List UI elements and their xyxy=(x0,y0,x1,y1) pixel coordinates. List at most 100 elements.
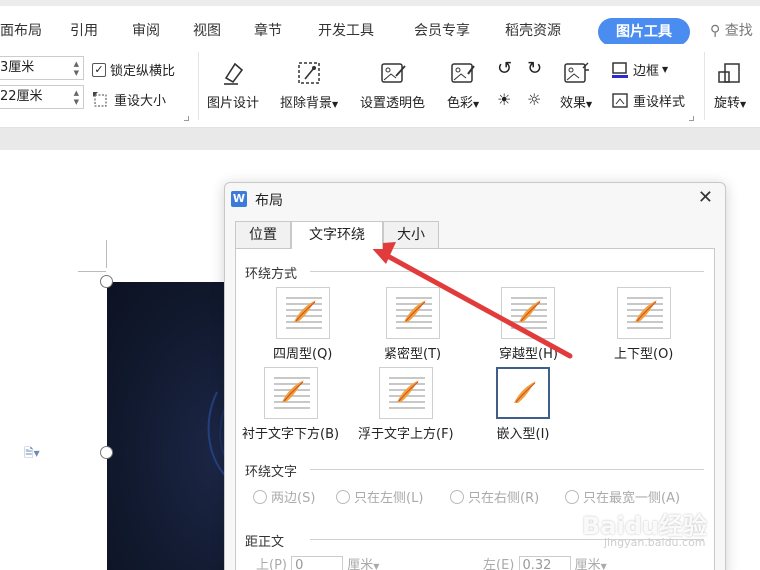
reset-size-icon xyxy=(93,91,107,106)
wrap-option-in-front-of-text[interactable]: 浮于文字上方(F) xyxy=(358,367,454,442)
reset-size-label: 重设大小 xyxy=(114,94,167,109)
radio-icon[interactable] xyxy=(253,489,267,504)
chevron-down-icon: ▼ xyxy=(586,100,593,109)
menu-item-review[interactable]: 审阅 xyxy=(132,20,160,40)
chevron-up-icon[interactable]: ▲ xyxy=(74,60,79,68)
left-distance-input[interactable]: 0.32 xyxy=(518,555,571,570)
height-value: 22厘米 xyxy=(0,89,43,104)
reset-style-icon xyxy=(612,92,628,108)
search-box[interactable]: ⚲ 查找 xyxy=(710,20,753,40)
remove-background-label: 抠除背景 xyxy=(280,96,333,111)
group-expand-icon[interactable] xyxy=(184,116,189,121)
wrap-option-label: 穿越型(H) xyxy=(499,347,558,362)
lock-ratio-label: 锁定纵横比 xyxy=(110,64,176,79)
checkbox-checked-icon[interactable]: ✓ xyxy=(92,62,106,77)
top-distance-input[interactable]: 0 xyxy=(291,555,344,570)
set-transparent-icon xyxy=(380,63,406,83)
wrap-style-group-label: 环绕方式 xyxy=(245,267,298,282)
resize-handle-top-left[interactable] xyxy=(100,275,113,288)
wrap-preview-graphic xyxy=(273,377,310,409)
layout-options-icon[interactable]: 🗎▾ xyxy=(24,444,40,465)
reset-style-button[interactable]: 重设样式 xyxy=(610,91,685,110)
menu-bar: 面布局 引用 审阅 视图 章节 开发工具 会员专享 稻壳资源 图片工具 ⚲ 查找 xyxy=(0,0,760,46)
width-input[interactable]: 3厘米 ▲ ▼ xyxy=(0,56,84,80)
distance-left-row: 左(E) 0.32 厘米▼ xyxy=(483,554,607,570)
resize-handle-left[interactable] xyxy=(100,446,113,459)
radio-largest-side[interactable]: 只在最宽一侧(A) xyxy=(565,487,680,506)
picture-design-button[interactable]: 图片设计 xyxy=(207,58,259,111)
chevron-down-icon: ▼ xyxy=(373,562,380,570)
rotate-left-icon[interactable]: ↺ xyxy=(497,58,512,79)
height-input[interactable]: 22厘米 ▲ ▼ xyxy=(0,85,84,109)
menu-item-member[interactable]: 会员专享 xyxy=(414,20,470,40)
wrap-preview-graphic xyxy=(285,297,322,329)
picture-toolbar: 3厘米 ▲ ▼ 22厘米 ▲ ▼ ✓ 锁定纵横比 重设大小 图片设计 抠除背景▼ xyxy=(0,44,760,128)
wrap-option-label: 嵌入型(I) xyxy=(496,427,550,442)
tab-text-wrapping[interactable]: 文字环绕 xyxy=(291,221,383,249)
rotate-icon xyxy=(718,63,740,83)
effects-button[interactable]: 效果▼ xyxy=(560,58,592,111)
chevron-down-icon: ▼ xyxy=(332,100,339,109)
menu-item-developer[interactable]: 开发工具 xyxy=(318,20,374,40)
wrap-option-through[interactable]: 穿越型(H) xyxy=(499,287,558,362)
wrap-option-tight[interactable]: 紧密型(T) xyxy=(384,287,441,362)
set-transparent-button[interactable]: 设置透明色 xyxy=(360,58,425,111)
wrap-option-label: 四周型(Q) xyxy=(273,347,333,362)
wrap-option-top-bottom[interactable]: 上下型(O) xyxy=(614,287,673,362)
close-icon[interactable]: ✕ xyxy=(698,187,713,208)
lock-ratio-checkbox[interactable]: ✓ 锁定纵横比 xyxy=(92,60,175,79)
menu-item-view[interactable]: 视图 xyxy=(193,20,221,40)
radio-icon[interactable] xyxy=(565,489,579,504)
picture-design-icon xyxy=(224,62,244,85)
wrap-option-inline[interactable]: 嵌入型(I) xyxy=(496,367,550,442)
dialog-title: 布局 xyxy=(255,193,283,209)
wrap-through-icon xyxy=(501,287,556,339)
wrap-tight-icon xyxy=(385,287,440,339)
menu-item-page-layout[interactable]: 面布局 xyxy=(0,20,42,40)
picture-design-label: 图片设计 xyxy=(207,96,260,111)
menu-item-docer[interactable]: 稻壳资源 xyxy=(505,20,561,40)
radio-right-only[interactable]: 只在右侧(R) xyxy=(450,487,539,506)
border-icon xyxy=(612,61,628,78)
remove-background-button[interactable]: 抠除背景▼ xyxy=(280,58,338,111)
divider xyxy=(310,271,704,272)
rotate-button[interactable]: 旋转▼ xyxy=(714,58,746,111)
unit-label: 厘米 xyxy=(574,558,601,570)
reset-style-label: 重设样式 xyxy=(633,95,686,110)
group-expand-icon[interactable] xyxy=(689,116,694,121)
wrap-preview-graphic xyxy=(395,297,432,329)
set-transparent-label: 设置透明色 xyxy=(360,96,426,111)
reset-size-button[interactable]: 重设大小 xyxy=(92,90,166,109)
chevron-up-icon[interactable]: ▲ xyxy=(74,89,79,97)
radio-icon[interactable] xyxy=(450,489,464,504)
menu-item-references[interactable]: 引用 xyxy=(70,20,98,40)
wrap-text-group-label: 环绕文字 xyxy=(245,465,298,480)
wrap-preview-graphic xyxy=(626,297,663,329)
border-button[interactable]: 边框 ▼ xyxy=(610,60,668,79)
brightness-up-icon[interactable]: ☀ xyxy=(497,90,511,109)
radio-icon[interactable] xyxy=(336,489,350,504)
distance-top-row: 上(P) 0 厘米▼ xyxy=(256,554,379,570)
radio-both-sides[interactable]: 两边(S) xyxy=(253,487,315,506)
chevron-down-icon: ▼ xyxy=(740,100,747,109)
search-icon: ⚲ xyxy=(710,23,721,39)
wps-logo-icon: W xyxy=(231,191,247,207)
menu-item-section[interactable]: 章节 xyxy=(254,20,282,40)
color-button[interactable]: 色彩▼ xyxy=(447,58,479,111)
wrap-preview-graphic xyxy=(511,297,548,329)
search-label: 查找 xyxy=(724,23,753,39)
brightness-down-icon[interactable]: ☼ xyxy=(527,90,541,109)
wrap-in-front-icon xyxy=(378,367,433,419)
border-label: 边框 xyxy=(633,64,660,79)
effects-label: 效果 xyxy=(560,96,587,111)
radio-left-only[interactable]: 只在左侧(L) xyxy=(336,487,423,506)
crop-mark xyxy=(78,271,106,272)
tab-position[interactable]: 位置 xyxy=(235,221,291,248)
wrap-option-behind-text[interactable]: 衬于文字下方(B) xyxy=(242,367,339,442)
chevron-down-icon[interactable]: ▼ xyxy=(74,98,79,106)
chevron-down-icon[interactable]: ▼ xyxy=(74,69,79,77)
tab-picture-tools[interactable]: 图片工具 xyxy=(598,18,690,46)
tab-size[interactable]: 大小 xyxy=(383,221,439,248)
rotate-right-icon[interactable]: ↻ xyxy=(527,58,542,79)
wrap-option-square[interactable]: 四周型(Q) xyxy=(273,287,332,362)
